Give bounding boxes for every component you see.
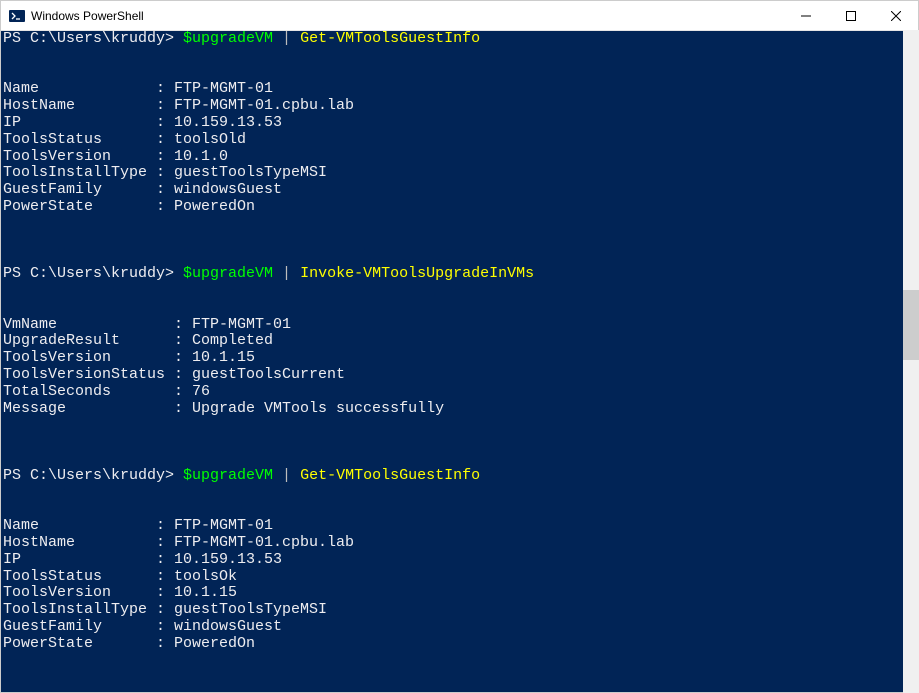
maximize-button[interactable] [828, 1, 873, 30]
powershell-icon [9, 8, 25, 24]
minimize-button[interactable] [783, 1, 828, 30]
window-controls [783, 1, 918, 30]
scrollbar-thumb[interactable] [903, 290, 919, 360]
terminal-output[interactable]: PS C:\Users\kruddy> $upgradeVM | Get-VMT… [1, 31, 918, 692]
titlebar: Windows PowerShell [1, 1, 918, 31]
close-button[interactable] [873, 1, 918, 30]
scrollbar-track[interactable] [903, 30, 919, 693]
window-title: Windows PowerShell [31, 9, 783, 23]
